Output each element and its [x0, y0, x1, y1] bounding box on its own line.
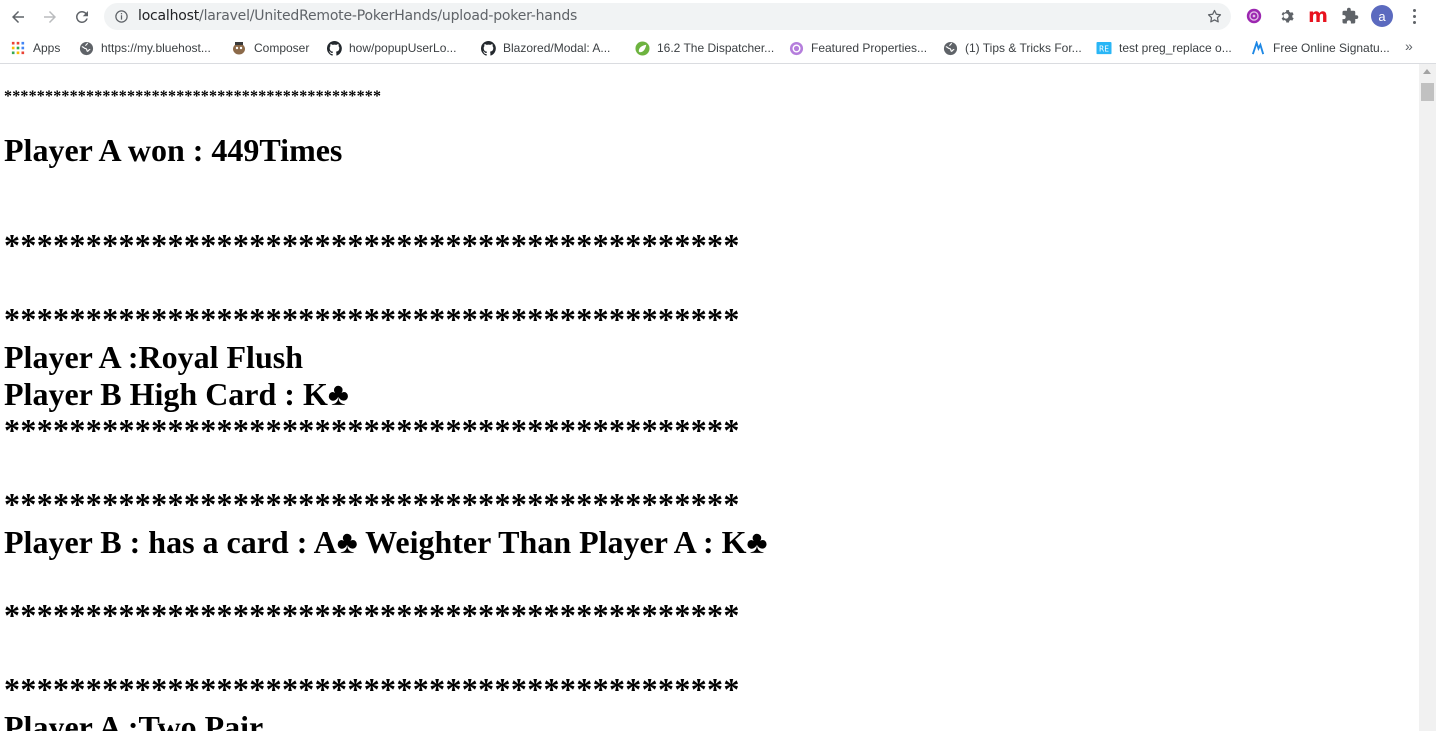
github-icon — [480, 40, 496, 56]
extension-m-icon[interactable]: m — [1308, 5, 1328, 27]
profile-avatar[interactable]: a — [1371, 5, 1393, 27]
bookmark-github-blazored[interactable]: Blazored/Modal: A... — [480, 39, 610, 57]
forward-button[interactable] — [37, 4, 63, 30]
scroll-up-arrow-icon[interactable] — [1423, 69, 1431, 74]
globe-icon — [78, 40, 94, 56]
globe-icon — [942, 40, 958, 56]
bookmark-featured-properties[interactable]: Featured Properties... — [788, 39, 927, 57]
bookmarks-bar: Apps https://my.bluehost... Composer how… — [0, 33, 1436, 64]
url-text[interactable]: localhost/laravel/UnitedRemote-PokerHand… — [138, 8, 577, 24]
browser-menu-icon[interactable] — [1405, 6, 1423, 26]
url-path: /laravel/UnitedRemote-PokerHands/upload-… — [199, 8, 578, 24]
reload-button[interactable] — [69, 4, 95, 30]
regex-icon: RE — [1096, 40, 1112, 56]
bookmark-composer[interactable]: Composer — [231, 39, 309, 57]
more-bookmarks-chevron-icon[interactable]: » — [1405, 38, 1413, 54]
separator-4: ****************************************… — [4, 486, 740, 522]
hand-1-player-a: Player A :Royal Flush — [4, 339, 303, 375]
bookmark-free-signature[interactable]: Free Online Signatu... — [1250, 39, 1390, 57]
bookmark-label: Featured Properties... — [811, 41, 928, 55]
bookmark-label: (1) Tips & Tricks For... — [965, 41, 1082, 55]
svg-text:RE: RE — [1099, 44, 1109, 53]
spring-leaf-icon — [634, 40, 650, 56]
separator-2: ****************************************… — [4, 301, 740, 337]
bookmark-label: Composer — [254, 41, 310, 55]
extension-gear-icon[interactable] — [1276, 6, 1296, 26]
page-viewport: ****************************************… — [0, 64, 1419, 731]
apps-grid-icon — [10, 40, 26, 56]
bookmark-label: 16.2 The Dispatcher... — [657, 41, 775, 55]
address-bar[interactable]: localhost/laravel/UnitedRemote-PokerHand… — [104, 3, 1231, 30]
bookmark-label: how/popupUserLo... — [349, 41, 457, 55]
scroll-thumb[interactable] — [1421, 83, 1434, 101]
signature-icon — [1250, 40, 1266, 56]
bookmark-label: Free Online Signatu... — [1273, 41, 1390, 55]
bookmark-tips-tricks[interactable]: (1) Tips & Tricks For... — [942, 39, 1082, 57]
forward-arrow-icon — [44, 11, 56, 23]
bookmark-dispatcher[interactable]: 16.2 The Dispatcher... — [634, 39, 774, 57]
hand-1-player-b: Player B High Card : K♣ — [4, 376, 349, 412]
separator-small: ****************************************… — [4, 88, 382, 105]
separator-1: ****************************************… — [4, 227, 740, 263]
player-a-wins-heading: Player A won : 449Times — [4, 132, 343, 168]
separator-5: ****************************************… — [4, 597, 740, 633]
url-host: localhost — [138, 8, 200, 24]
bookmark-label: Blazored/Modal: A... — [503, 41, 611, 55]
separator-6: ****************************************… — [4, 671, 740, 707]
vertical-scrollbar[interactable] — [1419, 64, 1436, 731]
bookmark-bluehost[interactable]: https://my.bluehost... — [78, 39, 211, 57]
weight-comparison: Player B : has a card : A♣ Weighter Than… — [4, 524, 768, 560]
extension-purple-icon[interactable] — [1244, 6, 1264, 26]
bookmark-star-icon[interactable] — [1206, 8, 1223, 25]
bookmark-label: Apps — [33, 41, 61, 55]
info-icon[interactable] — [114, 9, 129, 24]
browser-toolbar: localhost/laravel/UnitedRemote-PokerHand… — [0, 0, 1436, 33]
bookmark-preg-replace[interactable]: RE test preg_replace o... — [1096, 39, 1232, 57]
bookmark-github-popup[interactable]: how/popupUserLo... — [326, 39, 456, 57]
reload-icon — [75, 10, 88, 23]
composer-icon — [231, 40, 247, 56]
bookmark-label: test preg_replace o... — [1119, 41, 1232, 55]
separator-3: ****************************************… — [4, 412, 740, 448]
back-button[interactable] — [5, 4, 31, 30]
back-arrow-icon — [12, 11, 24, 23]
extensions-puzzle-icon[interactable] — [1340, 6, 1360, 26]
bookmark-apps[interactable]: Apps — [10, 39, 60, 57]
github-icon — [326, 40, 342, 56]
bookmark-label: https://my.bluehost... — [101, 41, 211, 55]
purple-badge-icon — [788, 40, 804, 56]
hand-2-player-a: Player A :Two Pair — [4, 709, 264, 731]
